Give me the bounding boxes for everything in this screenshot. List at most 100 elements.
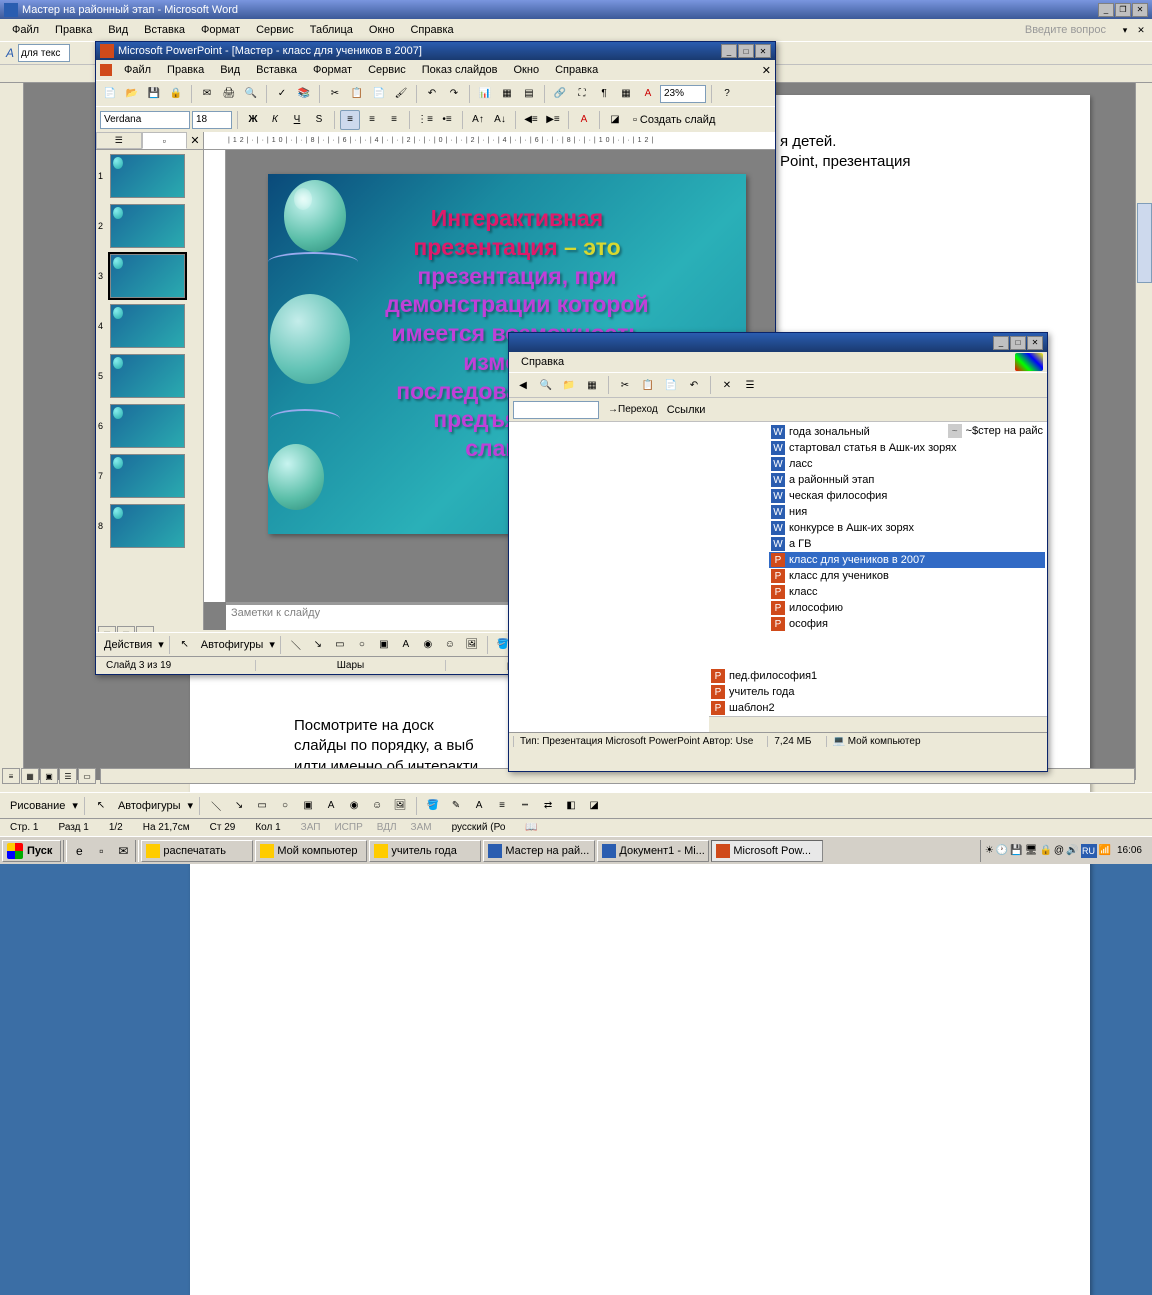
arrow-button[interactable]: ↘ (229, 796, 249, 816)
search-button[interactable]: 🔍 (536, 375, 556, 395)
underline-button[interactable]: Ч (287, 110, 307, 130)
email-button[interactable]: ✉ (197, 84, 217, 104)
line-color-button[interactable]: ✎ (446, 796, 466, 816)
explorer-titlebar[interactable]: _ □ ✕ (509, 333, 1047, 352)
line-style-button[interactable]: ≡ (492, 796, 512, 816)
tray-icon[interactable]: 💾 (1010, 845, 1022, 856)
zoom-dropdown[interactable]: 23% (660, 85, 706, 103)
slide-thumbnail[interactable]: 5 (98, 354, 201, 398)
paste-button[interactable]: 📄 (369, 84, 389, 104)
slides-tab[interactable]: ▫ (142, 132, 188, 149)
bold-button[interactable]: Ж (243, 110, 263, 130)
address-input[interactable] (513, 401, 599, 419)
doc-close-icon[interactable]: ✕ (762, 64, 771, 77)
file-item[interactable]: Pкласс (769, 584, 1045, 600)
go-button[interactable]: → Переход (603, 400, 663, 420)
design-button[interactable]: ◪ (605, 110, 625, 130)
hyperlink-button[interactable]: 🔗 (550, 84, 570, 104)
autoshapes-menu[interactable]: Автофигуры (197, 639, 268, 651)
normal-view-button[interactable]: ≡ (2, 768, 20, 784)
select-objects-button[interactable]: ↖ (91, 796, 111, 816)
file-item[interactable]: Pучитель года (709, 684, 1045, 700)
slide-thumbnail[interactable]: 2 (98, 204, 201, 248)
preview-button[interactable]: 🔍 (241, 84, 261, 104)
diagram-button[interactable]: ◉ (344, 796, 364, 816)
slide-thumbnail[interactable]: 8 (98, 504, 201, 548)
grid-button[interactable]: ▦ (616, 84, 636, 104)
fill-color-button[interactable]: 🪣 (423, 796, 443, 816)
help-prompt[interactable]: Введите вопрос (1025, 24, 1110, 36)
table-button[interactable]: ▦ (497, 84, 517, 104)
diagram-button[interactable]: ◉ (418, 635, 438, 655)
menu-edit[interactable]: Правка (159, 62, 212, 78)
doc-close-icon[interactable]: ▾ (1118, 24, 1132, 37)
menu-view[interactable]: Вид (212, 62, 248, 78)
clipart-button[interactable]: ☺ (440, 635, 460, 655)
drawing-menu[interactable]: Рисование (6, 800, 69, 812)
minimize-button[interactable]: _ (721, 44, 737, 58)
copy-button[interactable]: 📋 (347, 84, 367, 104)
file-item[interactable]: P класс для учеников в 2007 (769, 552, 1045, 568)
slide-thumbnail[interactable]: 6 (98, 404, 201, 448)
select-button[interactable]: ↖ (175, 635, 195, 655)
rectangle-button[interactable]: ▭ (330, 635, 350, 655)
reading-view-button[interactable]: ▭ (78, 768, 96, 784)
language-indicator[interactable]: RU (1081, 844, 1097, 858)
color-button[interactable]: A (638, 84, 658, 104)
ql-ie-icon[interactable]: e (69, 841, 89, 861)
cut-button[interactable]: ✂ (325, 84, 345, 104)
textbox-button[interactable]: ▣ (374, 635, 394, 655)
decrease-indent-button[interactable]: ◀≡ (521, 110, 541, 130)
bullets-button[interactable]: •≡ (437, 110, 457, 130)
help-button[interactable]: ? (717, 84, 737, 104)
file-item[interactable]: Wстартовал статья в Ашк-их зорях (769, 440, 1045, 456)
slide-thumbnail[interactable]: 4 (98, 304, 201, 348)
wordart-button[interactable]: A (396, 635, 416, 655)
file-item[interactable]: Wласс (769, 456, 1045, 472)
taskbar-button[interactable]: Документ1 - Mi... (597, 840, 709, 862)
tray-icon[interactable]: 🖥 (1025, 845, 1038, 856)
show-formatting-button[interactable]: ¶ (594, 84, 614, 104)
expand-button[interactable]: ⛶ (572, 84, 592, 104)
line-button[interactable]: ＼ (286, 635, 306, 655)
align-center-button[interactable]: ≡ (362, 110, 382, 130)
minimize-button[interactable]: _ (993, 336, 1009, 350)
maximize-button[interactable]: □ (738, 44, 754, 58)
menu-file[interactable]: Файл (116, 62, 159, 78)
undo-button[interactable]: ↶ (422, 84, 442, 104)
menu-slideshow[interactable]: Показ слайдов (414, 62, 506, 78)
links-label[interactable]: Ссылки (667, 404, 706, 416)
menu-help[interactable]: Справка (547, 62, 606, 78)
file-item[interactable]: Wния (769, 504, 1045, 520)
italic-button[interactable]: К (265, 110, 285, 130)
menu-window[interactable]: Окно (506, 62, 548, 78)
slide-thumbnail[interactable]: 3 (98, 254, 201, 298)
chart-button[interactable]: 📊 (475, 84, 495, 104)
paste-button[interactable]: 📄 (661, 375, 681, 395)
menu-format[interactable]: Формат (305, 62, 360, 78)
autoshapes-menu[interactable]: Автофигуры (114, 800, 185, 812)
tray-icon[interactable]: ☀ (985, 845, 994, 856)
doc-close-x[interactable]: ✕ (1134, 24, 1148, 37)
format-painter-button[interactable]: 🖌 (391, 84, 411, 104)
menu-help[interactable]: Справка (513, 354, 572, 370)
back-button[interactable]: ◀ (513, 375, 533, 395)
tray-icon[interactable]: 🕐 (996, 845, 1008, 856)
scrollbar-thumb[interactable] (1137, 203, 1152, 283)
new-slide-button[interactable]: ▫ Создать слайд (627, 110, 721, 130)
menu-edit[interactable]: Правка (47, 22, 100, 38)
oval-button[interactable]: ○ (352, 635, 372, 655)
align-left-button[interactable]: ≡ (340, 110, 360, 130)
print-button[interactable]: 🖨 (219, 84, 239, 104)
pp-horizontal-ruler[interactable]: |12|·|·|10|·|·|8|·|·|6|·|·|4|·|·|2|·|·|0… (204, 132, 775, 150)
menu-file[interactable]: Файл (4, 22, 47, 38)
picture-button[interactable]: 🖼 (390, 796, 410, 816)
open-button[interactable]: 📂 (122, 84, 142, 104)
font-color-button[interactable]: A (574, 110, 594, 130)
textbox-button[interactable]: ▣ (298, 796, 318, 816)
taskbar-button[interactable]: Мастер на рай... (483, 840, 595, 862)
close-button[interactable]: ✕ (1132, 3, 1148, 17)
menu-view[interactable]: Вид (100, 22, 136, 38)
taskbar-button[interactable]: Мой компьютер (255, 840, 367, 862)
file-item[interactable]: Pософия (769, 616, 1045, 632)
